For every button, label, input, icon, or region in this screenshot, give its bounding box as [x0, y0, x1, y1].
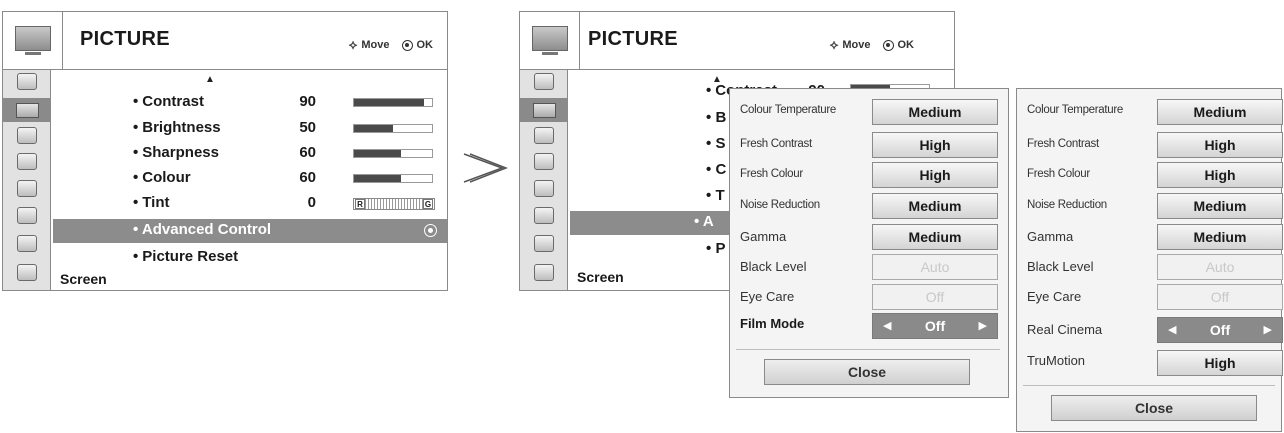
- menu-item-partial[interactable]: • B: [706, 109, 726, 126]
- sharpness-bar[interactable]: [353, 149, 433, 158]
- brightness-bar[interactable]: [353, 124, 433, 133]
- menu-header: PICTURE ⟡ Move OK: [520, 12, 954, 70]
- menu-item-partial[interactable]: • C: [706, 161, 726, 178]
- sharpness-value: 60: [299, 144, 316, 161]
- menu-hint: ⟡ Move OK: [349, 37, 433, 53]
- fresh-colour-select[interactable]: High: [872, 162, 998, 188]
- arrow-right-icon[interactable]: ▶: [979, 314, 987, 338]
- move-arrows-icon: ⟡: [829, 37, 839, 52]
- menu-title: PICTURE: [80, 28, 170, 50]
- input-icon[interactable]: [534, 235, 554, 252]
- screen-label: Screen: [60, 271, 107, 287]
- picture-icon[interactable]: [3, 98, 50, 122]
- contrast-value: 90: [299, 93, 316, 110]
- menu-item-advanced-control[interactable]: • Advanced Control: [53, 219, 447, 243]
- advanced-control-popup-2: Colour Temperature Medium Fresh Contrast…: [1016, 88, 1283, 432]
- gamma-select[interactable]: Medium: [1157, 224, 1283, 250]
- tv-icon: [3, 12, 63, 69]
- tint-bar[interactable]: R G: [353, 198, 435, 210]
- ok-selected-icon: [424, 224, 437, 237]
- setup-icon[interactable]: [17, 127, 37, 144]
- menu-item-sharpness[interactable]: • Sharpness: [133, 144, 219, 161]
- menu-item-tint[interactable]: • Tint: [133, 194, 169, 211]
- eye-care-select: Off: [872, 284, 998, 310]
- hint-move-label: Move: [842, 39, 871, 51]
- menu-hint: ⟡ Move OK: [830, 37, 914, 53]
- usb-icon[interactable]: [534, 264, 554, 281]
- black-level-select: Auto: [872, 254, 998, 280]
- black-level-select: Auto: [1157, 254, 1283, 280]
- eye-care-select: Off: [1157, 284, 1283, 310]
- option-icon[interactable]: [17, 180, 37, 197]
- menu-header: PICTURE ⟡ Move OK: [3, 12, 447, 70]
- fresh-contrast-select[interactable]: High: [1157, 132, 1283, 158]
- colour-bar[interactable]: [353, 174, 433, 183]
- ok-icon: [401, 39, 413, 51]
- option-icon[interactable]: [534, 180, 554, 197]
- hint-ok-label: OK: [416, 39, 434, 51]
- audio-icon[interactable]: [534, 73, 554, 90]
- audio-icon[interactable]: [17, 73, 37, 90]
- arrow-right-icon[interactable]: ▶: [1264, 318, 1272, 342]
- time-icon[interactable]: [534, 153, 554, 170]
- menu-item-partial[interactable]: • P: [706, 240, 725, 257]
- menu-item-brightness[interactable]: • Brightness: [133, 119, 221, 136]
- menu-item-partial[interactable]: • S: [706, 135, 725, 152]
- arrow-left-icon[interactable]: ◀: [883, 314, 891, 338]
- noise-reduction-select[interactable]: Medium: [872, 193, 998, 219]
- noise-reduction-select[interactable]: Medium: [1157, 193, 1283, 219]
- colour-temperature-select[interactable]: Medium: [1157, 99, 1283, 125]
- real-cinema-select[interactable]: ◀ Off ▶: [1157, 317, 1283, 343]
- hint-move-label: Move: [361, 39, 390, 51]
- colour-value: 60: [299, 169, 316, 186]
- usb-icon[interactable]: [17, 264, 37, 281]
- picture-menu-main: PICTURE ⟡ Move OK ▲ • Contrast 90 • Bright…: [2, 11, 448, 291]
- input-icon[interactable]: [17, 235, 37, 252]
- fresh-colour-select[interactable]: High: [1157, 162, 1283, 188]
- colour-temperature-select[interactable]: Medium: [872, 99, 998, 125]
- ok-icon: [882, 39, 894, 51]
- lock-icon[interactable]: [17, 207, 37, 224]
- menu-item-picture-reset[interactable]: • Picture Reset: [133, 248, 238, 265]
- fresh-contrast-select[interactable]: High: [872, 132, 998, 158]
- brightness-value: 50: [299, 119, 316, 136]
- advanced-control-popup-1: Colour Temperature Medium Fresh Contrast…: [729, 88, 1009, 398]
- film-mode-select[interactable]: ◀ Off ▶: [872, 313, 998, 339]
- hint-ok-label: OK: [897, 39, 915, 51]
- menu-item-partial[interactable]: • T: [706, 187, 725, 204]
- menu-sidebar: [520, 70, 568, 290]
- chevron-right-icon: [463, 153, 508, 183]
- menu-sidebar: [3, 70, 51, 290]
- contrast-bar[interactable]: [353, 98, 433, 107]
- popup-divider: [736, 349, 1000, 350]
- menu-item-contrast[interactable]: •Contrast: [133, 93, 204, 110]
- time-icon[interactable]: [17, 153, 37, 170]
- setup-icon[interactable]: [534, 127, 554, 144]
- menu-item-colour[interactable]: • Colour: [133, 169, 191, 186]
- gamma-select[interactable]: Medium: [872, 224, 998, 250]
- screen-label: Screen: [577, 269, 624, 285]
- close-button[interactable]: Close: [764, 359, 970, 385]
- close-button[interactable]: Close: [1051, 395, 1257, 421]
- trumotion-select[interactable]: High: [1157, 350, 1283, 376]
- scroll-up-icon: ▲: [205, 74, 215, 85]
- move-arrows-icon: ⟡: [348, 37, 358, 52]
- lock-icon[interactable]: [534, 207, 554, 224]
- tint-value: 0: [307, 194, 316, 211]
- menu-title: PICTURE: [588, 28, 678, 50]
- arrow-left-icon[interactable]: ◀: [1168, 318, 1176, 342]
- popup-divider: [1023, 385, 1275, 386]
- tv-icon: [520, 12, 580, 69]
- picture-icon[interactable]: [520, 98, 567, 122]
